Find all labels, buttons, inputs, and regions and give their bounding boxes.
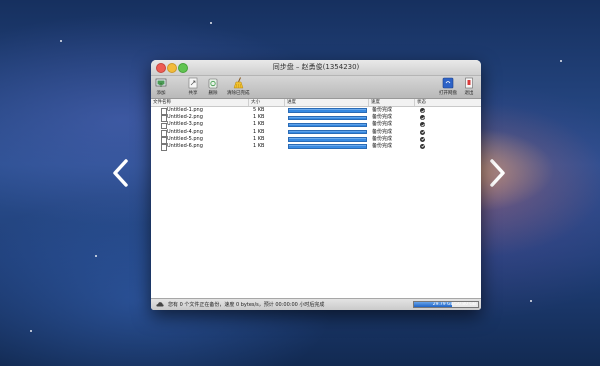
share-label: 共享	[188, 91, 198, 96]
status-text: 您有 0 个文件正在备份，速度 0 bytes/s，预计 00:00:00 小时…	[168, 302, 325, 308]
clear-completed-label: 清除已完成	[227, 91, 250, 96]
check-icon	[420, 129, 425, 135]
file-name: Untitled-3.png	[167, 121, 203, 128]
star	[530, 300, 532, 302]
open-disk-button[interactable]: 打开网盘	[439, 77, 457, 96]
file-size: 1 KB	[253, 142, 265, 149]
delete-label: 删除	[208, 91, 218, 96]
file-size: 1 KB	[253, 121, 265, 128]
check-icon	[420, 136, 425, 142]
toolbar: 添加 共享 删除 清除已完成 打开网盘 退出	[151, 76, 481, 99]
progress-bar	[288, 137, 367, 142]
column-header-progress[interactable]: 进度	[285, 99, 369, 106]
star	[95, 255, 97, 257]
file-size: 1 KB	[253, 135, 265, 142]
progress-bar	[288, 122, 367, 128]
file-name: Untitled-1.png	[167, 107, 203, 113]
speed-status: 备份完成	[372, 135, 393, 142]
table-row[interactable]: Untitled-3.png 1 KB 备份完成	[151, 121, 481, 130]
next-arrow-icon[interactable]	[486, 158, 508, 188]
table-row[interactable]: Untitled-6.png 1 KB 备份完成	[151, 142, 481, 151]
star	[30, 330, 32, 332]
add-label: 添加	[156, 91, 166, 96]
table-row[interactable]: Untitled-4.png 1 KB 备份完成	[151, 128, 481, 137]
storage-text: 29.79 GB/50.80 GB	[432, 302, 476, 307]
table-row[interactable]: Untitled-2.png 1 KB 备份完成	[151, 114, 481, 123]
star	[560, 60, 562, 62]
file-list: Untitled-1.png 5 KB 备份完成 Untitled-2.png …	[151, 107, 481, 151]
clear-completed-button[interactable]: 清除已完成	[227, 77, 250, 96]
speed-status: 备份完成	[372, 121, 393, 128]
exit-button[interactable]: 退出	[463, 77, 475, 96]
column-header-status[interactable]: 状态	[415, 99, 431, 106]
file-name: Untitled-4.png	[167, 128, 203, 135]
file-name: Untitled-2.png	[167, 114, 203, 121]
table-header: 文件名称 大小 进度 速度 状态	[151, 99, 481, 107]
check-icon	[420, 108, 425, 113]
star	[210, 22, 212, 24]
add-folder-icon	[155, 78, 167, 87]
file-size: 5 KB	[253, 107, 265, 113]
file-size: 1 KB	[253, 114, 265, 121]
status-bar: 您有 0 个文件正在备份，速度 0 bytes/s，预计 00:00:00 小时…	[151, 298, 481, 310]
file-size: 1 KB	[253, 128, 265, 135]
open-disk-icon	[442, 77, 454, 89]
file-name: Untitled-5.png	[167, 135, 203, 142]
progress-bar	[288, 108, 367, 113]
progress-bar	[288, 144, 367, 149]
delete-button[interactable]: 删除	[207, 77, 219, 96]
share-button[interactable]: 共享	[187, 77, 199, 96]
share-icon	[188, 77, 198, 89]
cloud-icon	[156, 302, 164, 307]
add-button[interactable]: 添加	[155, 77, 167, 96]
storage-meter: 29.79 GB/50.80 GB	[413, 301, 479, 308]
exit-icon	[465, 77, 473, 89]
column-header-speed[interactable]: 速度	[369, 99, 415, 106]
previous-arrow-icon[interactable]	[110, 158, 132, 188]
speed-status: 备份完成	[372, 128, 393, 135]
exit-label: 退出	[464, 91, 474, 96]
check-icon	[420, 115, 425, 121]
app-window: 同步盘 – 赵勇俊(1354230) 添加 共享 删除 清除已完成 打开网盘 退…	[151, 60, 481, 310]
file-icon	[161, 144, 167, 151]
trash-icon	[208, 78, 218, 89]
file-name: Untitled-6.png	[167, 142, 203, 149]
column-header-size[interactable]: 大小	[249, 99, 285, 106]
open-disk-label: 打开网盘	[439, 91, 457, 96]
title-bar: 同步盘 – 赵勇俊(1354230)	[151, 60, 481, 76]
table-row[interactable]: Untitled-1.png 5 KB 备份完成	[151, 107, 481, 115]
check-icon	[420, 122, 425, 128]
star	[60, 40, 62, 42]
window-title: 同步盘 – 赵勇俊(1354230)	[272, 63, 360, 71]
progress-bar	[288, 129, 367, 135]
column-header-name[interactable]: 文件名称	[151, 99, 249, 106]
table-row[interactable]: Untitled-5.png 1 KB 备份完成	[151, 135, 481, 144]
check-icon	[420, 143, 425, 149]
speed-status: 备份完成	[372, 142, 393, 149]
progress-bar	[288, 115, 367, 120]
broom-icon	[233, 77, 244, 89]
